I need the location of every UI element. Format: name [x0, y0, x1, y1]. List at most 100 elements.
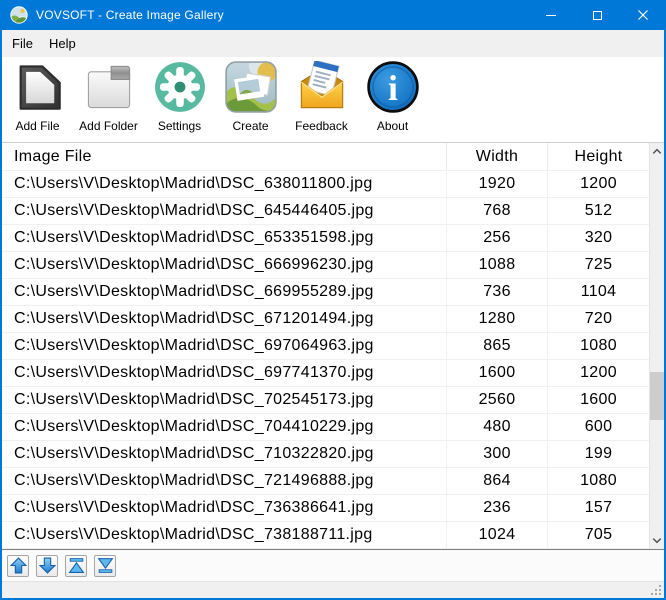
cell-width: 2560 [447, 387, 548, 413]
table-row[interactable]: C:\Users\V\Desktop\Madrid\DSC_704410229.… [2, 414, 649, 441]
add-folder-label: Add Folder [79, 119, 138, 133]
table-header-row: Image File Width Height [2, 143, 649, 171]
cell-height: 1104 [580, 283, 617, 300]
cell-height: 157 [584, 499, 613, 516]
maximize-button[interactable] [574, 0, 620, 30]
cell-path: C:\Users\V\Desktop\Madrid\DSC_702545173.… [2, 387, 447, 413]
cell-height: 1200 [580, 175, 617, 192]
create-label: Create [232, 119, 269, 133]
cell-width: 864 [447, 468, 548, 494]
feedback-button[interactable]: Feedback [286, 60, 357, 133]
main-toolbar: Add File Add Folder Settings Create Feed… [2, 57, 664, 142]
cell-path: C:\Users\V\Desktop\Madrid\DSC_738188711.… [2, 522, 447, 548]
table-row[interactable]: C:\Users\V\Desktop\Madrid\DSC_738188711.… [2, 522, 649, 549]
cell-width: 1600 [447, 360, 548, 386]
cell-width: 480 [447, 414, 548, 440]
header-image-file[interactable]: Image File [2, 143, 447, 170]
table-row[interactable]: C:\Users\V\Desktop\Madrid\DSC_721496888.… [2, 468, 649, 495]
cell-width: 768 [447, 198, 548, 224]
move-to-bottom-button[interactable] [94, 554, 116, 577]
gallery-icon [224, 61, 277, 113]
add-file-label: Add File [15, 119, 60, 133]
cell-height: 1080 [580, 472, 617, 489]
table-row[interactable]: C:\Users\V\Desktop\Madrid\DSC_697741370.… [2, 360, 649, 387]
table-row[interactable]: C:\Users\V\Desktop\Madrid\DSC_671201494.… [2, 306, 649, 333]
cell-path: C:\Users\V\Desktop\Madrid\DSC_736386641.… [2, 495, 447, 521]
about-button[interactable]: i About [357, 60, 428, 133]
app-logo-icon [10, 6, 28, 24]
menu-file[interactable]: File [4, 31, 41, 56]
move-top-icon [68, 558, 84, 573]
svg-text:i: i [388, 68, 398, 108]
cell-path: C:\Users\V\Desktop\Madrid\DSC_669955289.… [2, 279, 447, 305]
cell-path: C:\Users\V\Desktop\Madrid\DSC_704410229.… [2, 414, 447, 440]
table-row[interactable]: C:\Users\V\Desktop\Madrid\DSC_645446405.… [2, 198, 649, 225]
statusbar [2, 581, 664, 598]
vertical-scrollbar[interactable] [649, 143, 664, 549]
cell-path: C:\Users\V\Desktop\Madrid\DSC_721496888.… [2, 468, 447, 494]
reorder-toolbar [2, 550, 664, 581]
app-window: VOVSOFT - Create Image Gallery File Help [0, 0, 666, 600]
chevron-down-icon [652, 538, 662, 544]
arrow-down-icon [38, 557, 56, 574]
move-up-button[interactable] [7, 554, 29, 577]
header-width[interactable]: Width [447, 143, 548, 170]
table-row[interactable]: C:\Users\V\Desktop\Madrid\DSC_638011800.… [2, 171, 649, 198]
cell-width: 300 [447, 441, 548, 467]
arrow-up-icon [9, 557, 27, 574]
cell-height: 1600 [580, 391, 617, 408]
move-bottom-icon [97, 558, 113, 573]
cell-path: C:\Users\V\Desktop\Madrid\DSC_653351598.… [2, 225, 447, 251]
cell-width: 736 [447, 279, 548, 305]
cell-height: 320 [584, 229, 613, 246]
minimize-icon [546, 14, 556, 16]
cell-path: C:\Users\V\Desktop\Madrid\DSC_710322820.… [2, 441, 447, 467]
menu-help[interactable]: Help [41, 31, 84, 56]
table-row[interactable]: C:\Users\V\Desktop\Madrid\DSC_669955289.… [2, 279, 649, 306]
menubar: File Help [2, 30, 664, 57]
cell-path: C:\Users\V\Desktop\Madrid\DSC_666996230.… [2, 252, 447, 278]
cell-width: 1024 [447, 522, 548, 548]
scroll-up-button[interactable] [650, 143, 664, 160]
move-to-top-button[interactable] [65, 554, 87, 577]
envelope-icon [300, 61, 343, 109]
cell-height: 720 [584, 310, 613, 327]
titlebar: VOVSOFT - Create Image Gallery [2, 0, 664, 30]
cell-path: C:\Users\V\Desktop\Madrid\DSC_671201494.… [2, 306, 447, 332]
add-folder-button[interactable]: Add Folder [73, 60, 144, 133]
table-row[interactable]: C:\Users\V\Desktop\Madrid\DSC_666996230.… [2, 252, 649, 279]
cell-width: 256 [447, 225, 548, 251]
cell-width: 236 [447, 495, 548, 521]
cell-width: 865 [447, 333, 548, 359]
settings-label: Settings [157, 119, 202, 133]
table-row[interactable]: C:\Users\V\Desktop\Madrid\DSC_736386641.… [2, 495, 649, 522]
cell-height: 705 [584, 526, 613, 543]
cell-width: 1088 [447, 252, 548, 278]
gear-icon [154, 62, 205, 112]
table-row[interactable]: C:\Users\V\Desktop\Madrid\DSC_710322820.… [2, 441, 649, 468]
about-label: About [376, 119, 409, 133]
header-height[interactable]: Height [548, 143, 649, 170]
resize-grip-icon[interactable] [650, 584, 663, 597]
scroll-down-button[interactable] [650, 532, 664, 549]
close-button[interactable] [620, 0, 664, 30]
folder-icon [87, 65, 130, 109]
cell-path: C:\Users\V\Desktop\Madrid\DSC_697064963.… [2, 333, 447, 359]
settings-button[interactable]: Settings [144, 60, 215, 133]
window-title: VOVSOFT - Create Image Gallery [36, 8, 224, 22]
add-file-button[interactable]: Add File [2, 60, 73, 133]
cell-height: 199 [584, 445, 613, 462]
table-row[interactable]: C:\Users\V\Desktop\Madrid\DSC_702545173.… [2, 387, 649, 414]
move-down-button[interactable] [36, 554, 58, 577]
close-icon [638, 10, 648, 20]
cell-height: 725 [584, 256, 613, 273]
create-button[interactable]: Create [215, 60, 286, 133]
scrollbar-thumb[interactable] [650, 372, 664, 420]
cell-path: C:\Users\V\Desktop\Madrid\DSC_645446405.… [2, 198, 447, 224]
minimize-button[interactable] [528, 0, 574, 30]
cell-height: 600 [584, 418, 613, 435]
cell-height: 1200 [580, 364, 617, 381]
table-row[interactable]: C:\Users\V\Desktop\Madrid\DSC_653351598.… [2, 225, 649, 252]
table-row[interactable]: C:\Users\V\Desktop\Madrid\DSC_697064963.… [2, 333, 649, 360]
file-grid: Image File Width Height C:\Users\V\Deskt… [2, 143, 649, 549]
